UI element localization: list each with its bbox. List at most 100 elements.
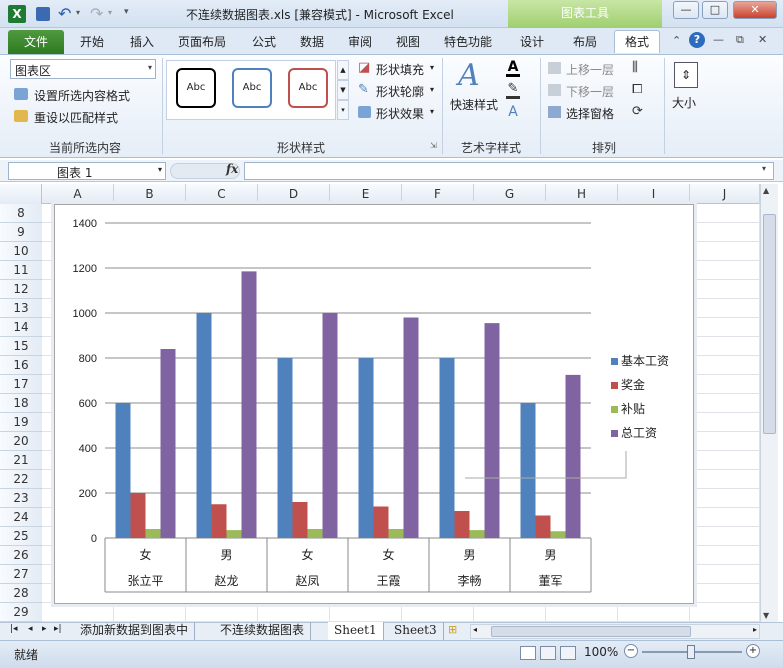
text-outline-icon[interactable]: ✎ bbox=[506, 82, 520, 99]
help-icon[interactable]: ? bbox=[689, 32, 705, 48]
tab-insert[interactable]: 插入 bbox=[122, 31, 162, 54]
excel-logo-icon[interactable]: X bbox=[8, 5, 26, 23]
row-header-28[interactable]: 28 bbox=[0, 584, 42, 603]
close-button[interactable]: ✕ bbox=[733, 1, 777, 19]
row-header-12[interactable]: 12 bbox=[0, 280, 42, 299]
minimize-button[interactable]: — bbox=[673, 1, 699, 19]
name-box[interactable]: 图表 1 ▾ bbox=[8, 162, 166, 180]
row-header-19[interactable]: 19 bbox=[0, 413, 42, 432]
redo-icon[interactable]: ↷ bbox=[90, 4, 103, 23]
tab-formulas[interactable]: 公式 bbox=[244, 31, 284, 54]
column-header-j[interactable]: J bbox=[690, 184, 760, 204]
shape-fill-button[interactable]: ◪ 形状填充 ▾ bbox=[358, 60, 440, 78]
row-header-13[interactable]: 13 bbox=[0, 299, 42, 318]
vertical-scrollbar[interactable]: ▲ ▼ bbox=[760, 184, 778, 622]
save-icon[interactable] bbox=[36, 7, 50, 21]
tab-special[interactable]: 特色功能 bbox=[438, 31, 498, 54]
row-header-20[interactable]: 20 bbox=[0, 432, 42, 451]
row-header-11[interactable]: 11 bbox=[0, 261, 42, 280]
workbook-minimize-icon[interactable]: — bbox=[713, 33, 724, 46]
zoom-in-icon[interactable]: + bbox=[746, 644, 760, 658]
column-header-d[interactable]: D bbox=[258, 184, 330, 204]
column-header-c[interactable]: C bbox=[186, 184, 258, 204]
group-icon[interactable]: ⧠ bbox=[632, 82, 642, 97]
row-header-15[interactable]: 15 bbox=[0, 337, 42, 356]
tab-home[interactable]: 开始 bbox=[72, 31, 112, 54]
sheet-tab-discontinuous[interactable]: 不连续数据图表 bbox=[214, 622, 312, 640]
prev-sheet-icon[interactable]: ◂ bbox=[28, 624, 33, 634]
dialog-launcher-icon[interactable]: ⇲ bbox=[430, 141, 437, 150]
rotate-icon[interactable]: ⟳ bbox=[632, 104, 643, 119]
zoom-slider-handle[interactable] bbox=[687, 645, 695, 659]
next-sheet-icon[interactable]: ▸ bbox=[42, 624, 47, 634]
row-header-8[interactable]: 8 bbox=[0, 204, 42, 223]
row-header-26[interactable]: 26 bbox=[0, 546, 42, 565]
customize-toolbar-icon[interactable]: ▾ bbox=[124, 7, 129, 17]
maximize-button[interactable]: □ bbox=[702, 1, 728, 19]
row-header-9[interactable]: 9 bbox=[0, 223, 42, 242]
text-fill-icon[interactable]: A bbox=[506, 60, 520, 77]
align-icon[interactable]: ⫼ bbox=[632, 60, 638, 75]
row-header-18[interactable]: 18 bbox=[0, 394, 42, 413]
hscroll-thumb[interactable] bbox=[491, 626, 691, 637]
size-button[interactable]: ⇕ 大小 bbox=[668, 58, 704, 114]
formula-input[interactable] bbox=[244, 162, 774, 180]
zoom-out-icon[interactable]: − bbox=[624, 644, 638, 658]
tab-page-layout[interactable]: 页面布局 bbox=[172, 31, 232, 54]
row-header-16[interactable]: 16 bbox=[0, 356, 42, 375]
tab-design[interactable]: 设计 bbox=[512, 31, 552, 54]
quick-style-button[interactable]: A 快速样式 bbox=[448, 58, 500, 118]
row-header-25[interactable]: 25 bbox=[0, 527, 42, 546]
first-sheet-icon[interactable]: |◂ bbox=[10, 624, 18, 634]
tab-review[interactable]: 审阅 bbox=[340, 31, 380, 54]
format-selection-button[interactable]: 设置所选内容格式 bbox=[14, 86, 164, 104]
scroll-up-icon[interactable]: ▲ bbox=[763, 186, 769, 195]
tab-format[interactable]: 格式 bbox=[614, 30, 660, 53]
redo-dropdown-icon[interactable]: ▾ bbox=[108, 8, 112, 17]
sheet-tab-sheet1[interactable]: Sheet1 bbox=[328, 622, 384, 640]
insert-function-icon[interactable]: fx bbox=[226, 162, 238, 176]
tab-view[interactable]: 视图 bbox=[388, 31, 428, 54]
sheet-tab-add-data[interactable]: 添加新数据到图表中 bbox=[74, 622, 196, 640]
last-sheet-icon[interactable]: ▸| bbox=[54, 624, 62, 634]
page-layout-view-icon[interactable] bbox=[540, 646, 556, 660]
column-header-i[interactable]: I bbox=[618, 184, 690, 204]
horizontal-scrollbar[interactable]: ◂ ▸ bbox=[470, 624, 760, 639]
scroll-thumb[interactable] bbox=[763, 214, 776, 434]
row-header-22[interactable]: 22 bbox=[0, 470, 42, 489]
scroll-right-icon[interactable]: ▸ bbox=[753, 625, 757, 634]
gallery-scroll-down-icon[interactable]: ▼ bbox=[337, 80, 349, 100]
tab-layout[interactable]: 布局 bbox=[565, 31, 605, 54]
shape-effect-button[interactable]: 形状效果 ▾ bbox=[358, 104, 440, 122]
row-header-17[interactable]: 17 bbox=[0, 375, 42, 394]
bring-forward-button[interactable]: 上移一层 bbox=[548, 60, 628, 78]
scroll-left-icon[interactable]: ◂ bbox=[473, 625, 477, 634]
column-header-b[interactable]: B bbox=[114, 184, 186, 204]
row-header-10[interactable]: 10 bbox=[0, 242, 42, 261]
chart-area[interactable]: 0 200 400 600 800 1000 1200 1400 女张立平 男赵龙 女赵凤 女王霞 男李… bbox=[54, 204, 694, 604]
row-header-29[interactable]: 29 bbox=[0, 603, 42, 622]
select-all-corner[interactable] bbox=[0, 184, 42, 204]
column-header-e[interactable]: E bbox=[330, 184, 402, 204]
workbook-close-icon[interactable]: ✕ bbox=[758, 33, 767, 46]
selection-pane-button[interactable]: 选择窗格 bbox=[548, 104, 628, 122]
row-header-21[interactable]: 21 bbox=[0, 451, 42, 470]
tab-data[interactable]: 数据 bbox=[292, 31, 332, 54]
zoom-level[interactable]: 100% bbox=[584, 645, 618, 659]
chart-element-dropdown[interactable]: 图表区 ▾ bbox=[10, 59, 156, 79]
gallery-scroll-up-icon[interactable]: ▲ bbox=[337, 60, 349, 80]
shape-style-blue[interactable]: Abc bbox=[232, 68, 272, 108]
row-header-27[interactable]: 27 bbox=[0, 565, 42, 584]
expand-formula-icon[interactable]: ▾ bbox=[762, 164, 766, 173]
column-header-h[interactable]: H bbox=[546, 184, 618, 204]
undo-dropdown-icon[interactable]: ▾ bbox=[76, 8, 80, 17]
send-backward-button[interactable]: 下移一层 bbox=[548, 82, 628, 100]
undo-icon[interactable]: ↶ bbox=[58, 4, 71, 23]
shape-style-black[interactable]: Abc bbox=[176, 68, 216, 108]
gallery-more-icon[interactable]: ▾ bbox=[337, 100, 349, 120]
normal-view-icon[interactable] bbox=[520, 646, 536, 660]
row-header-24[interactable]: 24 bbox=[0, 508, 42, 527]
column-header-g[interactable]: G bbox=[474, 184, 546, 204]
minimize-ribbon-icon[interactable]: ⌃ bbox=[672, 34, 681, 47]
shape-outline-button[interactable]: ✎ 形状轮廓 ▾ bbox=[358, 82, 440, 100]
